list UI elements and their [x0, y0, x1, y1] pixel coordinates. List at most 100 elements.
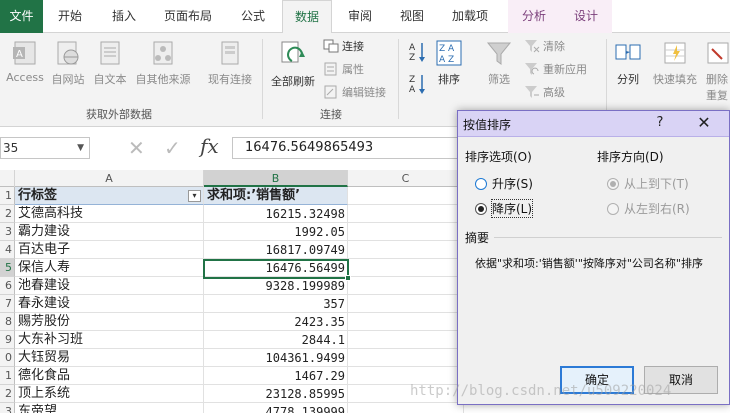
help-icon[interactable]: ? [652, 115, 668, 130]
company-cell[interactable]: 顶上系统 [15, 385, 204, 403]
cancel-entry-icon[interactable]: ✕ [128, 136, 145, 160]
sales-cell[interactable]: 16817.09749 [204, 241, 348, 259]
sales-cell[interactable]: 2423.35 [204, 313, 348, 331]
company-cell[interactable]: 德化食品 [15, 367, 204, 385]
name-box[interactable]: 35 ▼ [0, 137, 90, 159]
column-header-a[interactable]: A [15, 170, 204, 187]
company-cell[interactable]: 艾德高科技 [15, 205, 204, 223]
remove-duplicates-button[interactable]: 删除 重复 [704, 39, 730, 103]
close-icon[interactable]: ✕ [692, 113, 716, 133]
tab-formulas[interactable]: 公式 [241, 0, 265, 33]
row-header[interactable]: 8 [0, 313, 15, 331]
sort-options-label: 排序选项(O) [465, 150, 532, 164]
row-header[interactable]: 7 [0, 295, 15, 313]
row-header[interactable]: 1 [0, 367, 15, 385]
row-header[interactable]: 2 [0, 205, 15, 223]
tab-addins[interactable]: 加载项 [452, 0, 488, 33]
cell[interactable] [348, 331, 464, 349]
filter-dropdown-icon[interactable]: ▾ [188, 190, 201, 202]
tab-view[interactable]: 视图 [400, 0, 424, 33]
chevron-down-icon[interactable]: ▼ [77, 138, 84, 158]
cell[interactable] [348, 277, 464, 295]
clear-filter-button[interactable]: 清除 [524, 38, 565, 54]
sales-cell[interactable]: 9328.199989 [204, 277, 348, 295]
company-cell[interactable]: 霸力建设 [15, 223, 204, 241]
properties-button[interactable]: 属性 [323, 61, 364, 77]
from-other-sources-button[interactable]: 自其他来源 [132, 39, 194, 87]
column-header-c[interactable]: C [348, 170, 464, 187]
left-to-right-radio[interactable]: 从左到右(R) [607, 200, 690, 217]
tab-data[interactable]: 数据 [282, 0, 332, 34]
connections-button[interactable]: 连接 [323, 38, 364, 54]
dialog-title-bar[interactable]: 按值排序 ? ✕ [458, 111, 729, 137]
sales-cell[interactable]: 1992.05 [204, 223, 348, 241]
row-header[interactable]: 1 [0, 187, 15, 205]
sales-cell-active[interactable]: 16476.56499 [204, 259, 348, 277]
company-cell[interactable]: 东帝望 [15, 403, 204, 413]
cell[interactable] [348, 403, 464, 413]
pivot-row-labels-header[interactable]: 行标签 ▾ [15, 187, 204, 205]
sales-cell[interactable]: 357 [204, 295, 348, 313]
company-cell[interactable]: 大东补习班 [15, 331, 204, 349]
row-header-selected[interactable]: 5 [0, 259, 15, 277]
company-cell[interactable]: 大钰贸易 [15, 349, 204, 367]
cell[interactable] [348, 349, 464, 367]
row-header[interactable]: 9 [0, 331, 15, 349]
sales-cell[interactable]: 16215.32498 [204, 205, 348, 223]
row-header[interactable]: 3 [0, 403, 15, 413]
company-cell[interactable]: 春永建设 [15, 295, 204, 313]
company-cell[interactable]: 池春建设 [15, 277, 204, 295]
row-header[interactable]: 3 [0, 223, 15, 241]
company-cell[interactable]: 百达电子 [15, 241, 204, 259]
sort-button[interactable]: Z AA Z 排序 [432, 39, 466, 87]
column-header-b[interactable]: B [204, 170, 348, 187]
reapply-button[interactable]: 重新应用 [524, 61, 587, 77]
advanced-filter-button[interactable]: 高级 [524, 84, 565, 100]
sales-cell[interactable]: 2844.1 [204, 331, 348, 349]
row-header[interactable]: 4 [0, 241, 15, 259]
tab-page-layout[interactable]: 页面布局 [164, 0, 212, 33]
row-header[interactable]: 2 [0, 385, 15, 403]
group-separator [606, 39, 607, 119]
existing-connections-button[interactable]: 现有连接 [204, 39, 256, 87]
tab-design[interactable]: 设计 [560, 0, 612, 33]
sales-cell[interactable]: 1467.29 [204, 367, 348, 385]
tab-file[interactable]: 文件 [0, 0, 43, 33]
cell[interactable] [348, 205, 464, 223]
edit-links-button[interactable]: 编辑链接 [323, 84, 386, 100]
filter-button[interactable]: 筛选 [482, 39, 516, 87]
row-header[interactable]: 6 [0, 277, 15, 295]
cell[interactable] [348, 187, 464, 205]
cell[interactable] [348, 259, 464, 277]
sales-cell[interactable]: 104361.9499 [204, 349, 348, 367]
text-to-columns-button[interactable]: 分列 [612, 39, 644, 87]
refresh-all-button[interactable]: 全部刷新 [266, 39, 320, 89]
sales-cell[interactable]: 4778.139999 [204, 403, 348, 413]
sales-cell[interactable]: 23128.85995 [204, 385, 348, 403]
tab-analyze[interactable]: 分析 [508, 0, 560, 33]
flash-fill-button[interactable]: 快速填充 [650, 39, 700, 87]
cell[interactable] [348, 241, 464, 259]
tab-home[interactable]: 开始 [58, 0, 82, 33]
from-text-button[interactable]: 自文本 [90, 39, 130, 87]
tab-insert[interactable]: 插入 [112, 0, 136, 33]
company-cell[interactable]: 保信人寿 [15, 259, 204, 277]
clear-filter-icon [525, 40, 540, 53]
from-access-button[interactable]: A Access [4, 39, 46, 84]
select-all-corner[interactable] [0, 170, 15, 187]
pivot-sum-header[interactable]: 求和项:’销售额’ [204, 187, 348, 205]
ascending-radio[interactable]: 升序(S) [475, 175, 533, 192]
confirm-entry-icon[interactable]: ✓ [164, 136, 181, 160]
from-web-button[interactable]: 自网站 [48, 39, 88, 87]
cell[interactable] [348, 295, 464, 313]
sort-za-icon[interactable]: ZA [408, 73, 426, 95]
sort-az-icon[interactable]: AZ [408, 41, 426, 63]
top-to-bottom-radio[interactable]: 从上到下(T) [607, 175, 689, 192]
insert-function-icon[interactable]: fx [200, 134, 219, 158]
cell[interactable] [348, 223, 464, 241]
cell[interactable] [348, 313, 464, 331]
tab-review[interactable]: 审阅 [348, 0, 372, 33]
row-header[interactable]: 0 [0, 349, 15, 367]
company-cell[interactable]: 赐芳股份 [15, 313, 204, 331]
descending-radio[interactable]: 降序(L) [475, 199, 534, 218]
